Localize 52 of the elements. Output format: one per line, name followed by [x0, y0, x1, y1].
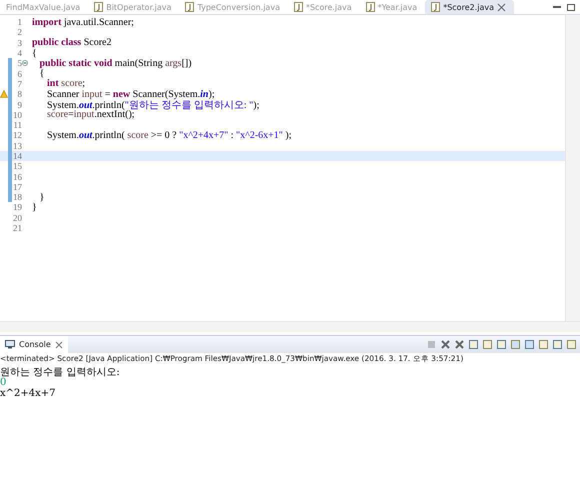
line-number: 16 [12, 172, 22, 182]
code-line: import java.util.Scanner; [31, 16, 134, 28]
editor-tab[interactable]: TypeConversion.java [179, 0, 288, 14]
line-number: 8 [16, 89, 22, 100]
console-output: 0 [0, 376, 8, 388]
line-number: 14 [12, 151, 22, 161]
java-file-icon [431, 2, 440, 12]
line-number: 12 [12, 130, 22, 140]
remove-icon[interactable] [440, 339, 451, 350]
code-line: } [31, 202, 37, 213]
close-icon[interactable] [54, 340, 63, 348]
remove-all-icon[interactable] [454, 339, 465, 350]
line-number: 19 [12, 202, 22, 212]
line-number: 10 [12, 110, 22, 120]
maximize-icon[interactable] [566, 3, 576, 11]
code-line: public static void main(String args[]) [38, 58, 192, 69]
line-number: 2 [16, 27, 22, 38]
code-line: { [38, 68, 44, 80]
code-line: { [31, 48, 37, 59]
console-output: x^2+4x+7 [0, 388, 57, 400]
editor-tab[interactable]: FindMaxValue.java [0, 0, 88, 14]
editor-tab[interactable]: *Year.java [360, 0, 426, 14]
close-icon[interactable] [497, 2, 506, 12]
console-tab[interactable]: Console [0, 336, 68, 353]
code-line: System.out.println( score >= 0 ? "x^2+4x+7" : "x^2-6x+1" ); [46, 130, 292, 141]
line-number: 13 [12, 140, 22, 151]
fold-icon[interactable] [22, 60, 28, 66]
line-number: 3 [16, 38, 22, 48]
code-line: public class Score2 [31, 37, 112, 48]
line-number: 15 [12, 161, 22, 172]
minimize-icon[interactable] [552, 3, 562, 11]
code-line: } [38, 192, 44, 203]
line-number: 1 [16, 17, 22, 28]
code-line: score=input.nextInt(); [46, 109, 135, 120]
line-number: 5 [16, 58, 22, 68]
code-line: System.out.println("원하는 정수를 입력하시오: "); [46, 100, 260, 111]
line-number: 9 [16, 100, 22, 110]
code-line: Scanner input = new Scanner(System.in); [46, 88, 215, 100]
editor-tab[interactable]: BitOperator.java [88, 0, 180, 14]
console-output: 원하는 정수를 입력하시오: [0, 366, 121, 376]
line-number: 11 [12, 120, 22, 130]
console-icon [5, 340, 15, 349]
line-number: 18 [12, 192, 22, 202]
line-number: 21 [12, 223, 22, 234]
line-number: 7 [16, 78, 22, 89]
editor-tab[interactable]: *Score.java [288, 0, 360, 14]
editor-tab[interactable]: *Score2.java [425, 0, 514, 14]
line-number: 4 [16, 48, 22, 58]
line-number: 20 [12, 212, 22, 223]
code-line: int score; [46, 78, 86, 90]
line-number: 17 [12, 182, 22, 192]
line-number: 6 [16, 68, 22, 79]
